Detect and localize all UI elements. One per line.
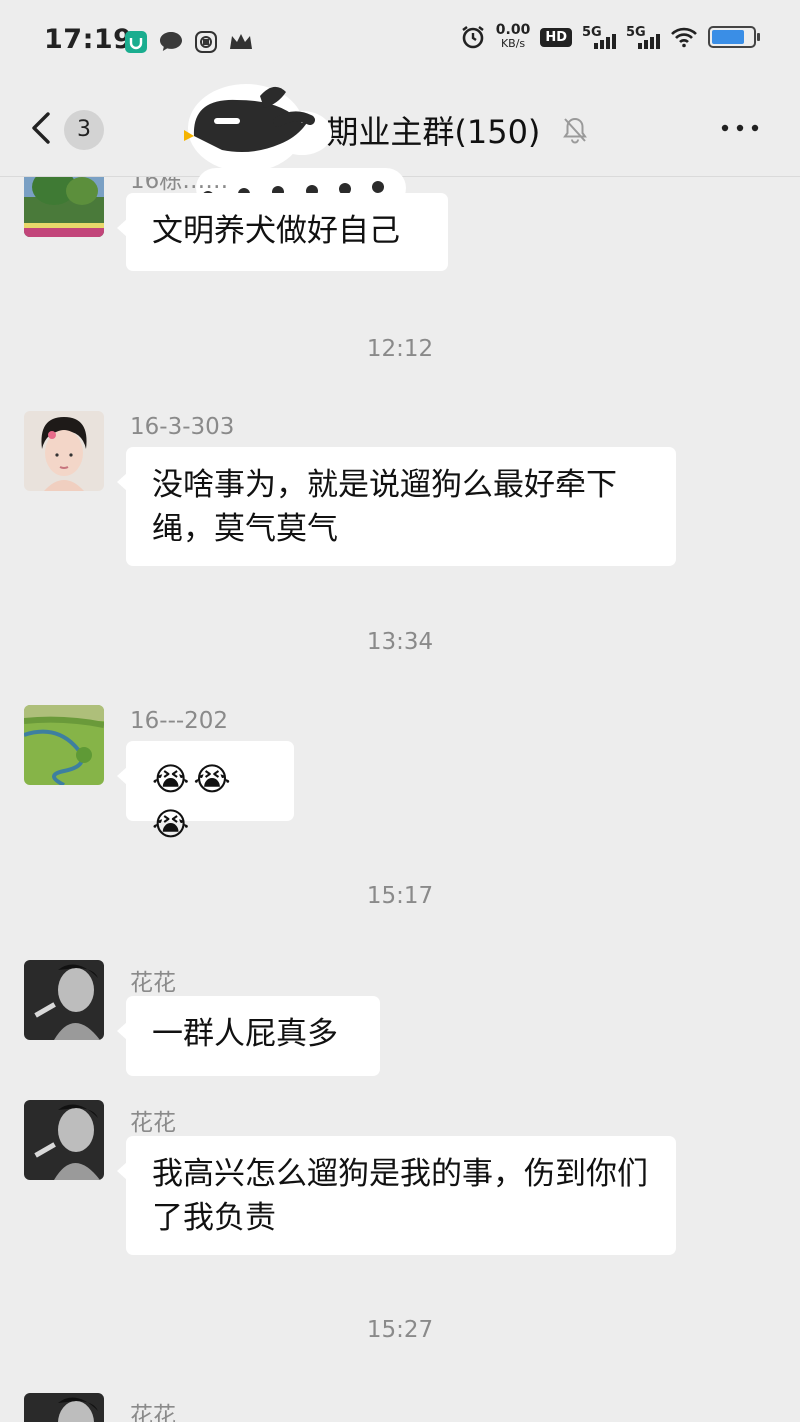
garden-avatar[interactable] bbox=[24, 177, 104, 237]
hd-badge: HD bbox=[540, 27, 572, 47]
timestamp: 15:27 bbox=[366, 1317, 434, 1343]
chat-bubble-icon bbox=[160, 32, 182, 51]
app-badge-icon bbox=[125, 31, 147, 53]
battery-icon bbox=[708, 26, 760, 48]
sender-name: 花花 bbox=[130, 970, 176, 996]
message-text: 没啥事为，就是说遛狗么最好牵下绳，莫气莫气 bbox=[152, 467, 617, 547]
back-arrow-icon[interactable] bbox=[26, 106, 66, 150]
voice-assistant-icon bbox=[195, 31, 217, 53]
net-speed-value: 0.00 bbox=[495, 22, 531, 38]
timestamp: 15:17 bbox=[366, 883, 434, 909]
timestamp: 13:34 bbox=[366, 629, 434, 655]
crown-icon bbox=[230, 34, 252, 49]
girl-avatar[interactable] bbox=[24, 411, 104, 491]
message-text: 文明养犬做好自己 bbox=[152, 213, 400, 249]
message-text: 一群人屁真多 bbox=[152, 1016, 338, 1052]
battery-fill bbox=[712, 30, 744, 44]
more-icon[interactable] bbox=[720, 120, 760, 136]
status-time: 17:19 bbox=[44, 24, 133, 55]
system-status-icons: 0.00 KB/s HD 5G 5G bbox=[460, 22, 760, 50]
message-bubble[interactable]: 😭😭😭 bbox=[117, 741, 294, 843]
sim2-signal: 5G bbox=[626, 25, 660, 49]
message-list[interactable]: 16栋…… 文明养犬做好自己 12:12 16-3-303 没啥事为，就是说遛狗… bbox=[0, 177, 800, 1422]
message-bubble[interactable]: 文明养犬做好自己 bbox=[117, 193, 448, 271]
bw-avatar[interactable] bbox=[24, 960, 104, 1040]
wifi-icon bbox=[671, 27, 697, 48]
sender-name: 16-3-303 bbox=[130, 414, 235, 440]
bw-avatar[interactable] bbox=[24, 1100, 104, 1180]
mute-bell-icon bbox=[563, 117, 588, 144]
message-bubble[interactable]: 没啥事为，就是说遛狗么最好牵下绳，莫气莫气 bbox=[117, 447, 676, 566]
message-bubble[interactable]: 我高兴怎么遛狗是我的事，伤到你们了我负责 bbox=[117, 1136, 676, 1255]
sim1-signal: 5G bbox=[582, 25, 616, 49]
unread-count-badge[interactable]: 3 bbox=[64, 110, 104, 150]
message-text: 😭😭😭 bbox=[152, 760, 235, 843]
sender-name: 16---202 bbox=[130, 708, 229, 734]
river-avatar[interactable] bbox=[24, 705, 104, 785]
sender-name: 花花 bbox=[130, 1403, 176, 1422]
net-speed: 0.00 KB/s bbox=[495, 22, 531, 50]
message-bubble[interactable]: 一群人屁真多 bbox=[117, 996, 380, 1076]
status-bar: 17:19 0.00 KB/s HD 5G 5G bbox=[0, 0, 800, 84]
timestamp: 12:12 bbox=[366, 336, 434, 362]
net-speed-unit: KB/s bbox=[500, 37, 526, 50]
sender-name: 花花 bbox=[130, 1110, 176, 1136]
notification-icons bbox=[124, 30, 254, 54]
message-text: 我高兴怎么遛狗是我的事，伤到你们了我负责 bbox=[152, 1156, 648, 1236]
bw-avatar[interactable] bbox=[24, 1393, 104, 1422]
alarm-icon bbox=[462, 26, 484, 49]
